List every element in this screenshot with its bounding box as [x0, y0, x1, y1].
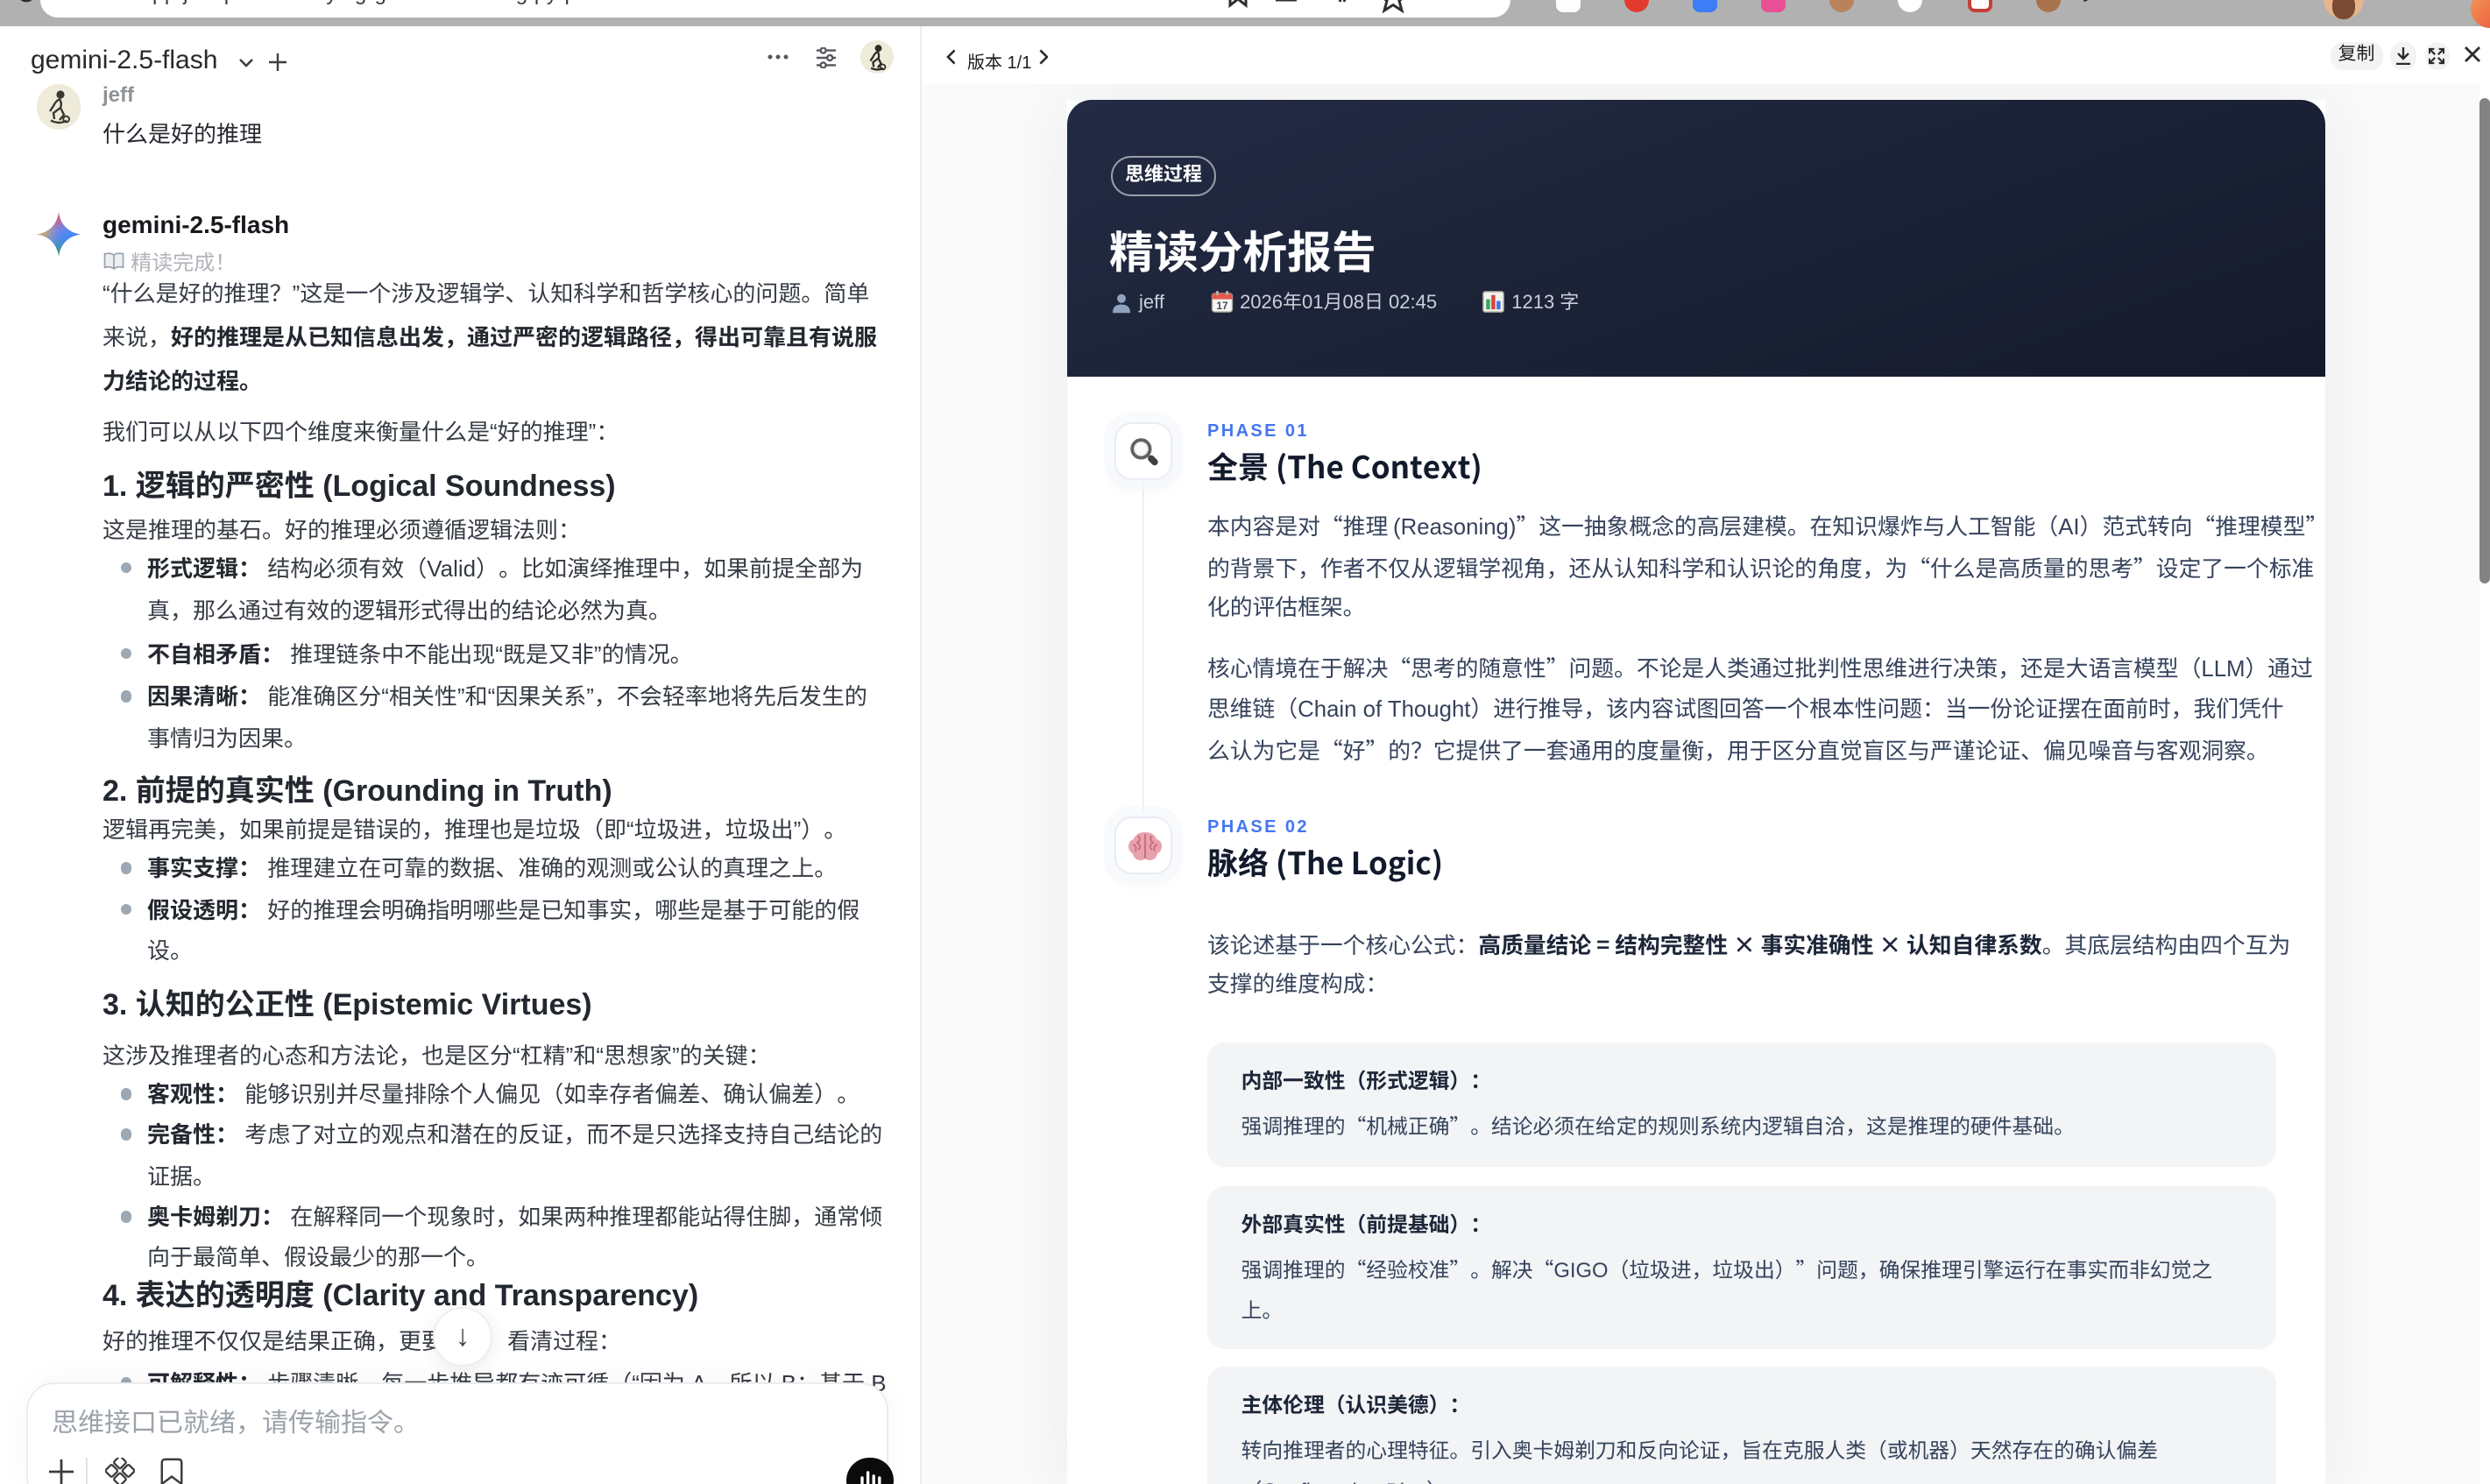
svg-text:17: 17 — [1215, 300, 1227, 312]
